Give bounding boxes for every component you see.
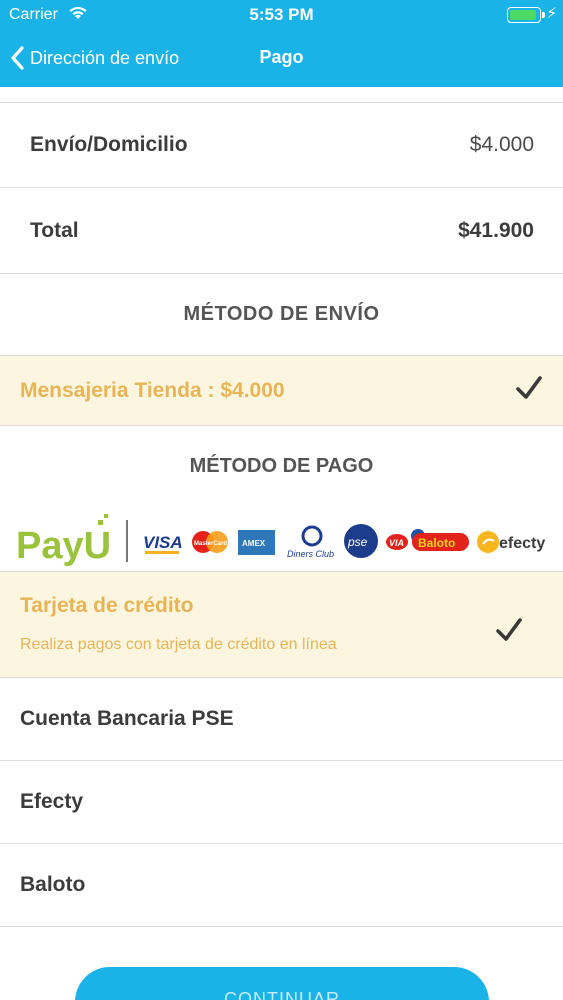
back-button[interactable]: Dirección de envío <box>10 40 179 76</box>
header: Carrier 5:53 PM ⚡ Dirección de envío Pag… <box>0 0 563 87</box>
svg-text:pse: pse <box>347 535 368 549</box>
diners-logo: Diners Club <box>287 525 334 559</box>
status-time: 5:53 PM <box>249 5 314 24</box>
baloto-logo: Baloto <box>411 529 469 551</box>
efecty-option-label: Efecty <box>20 790 84 813</box>
pse-logo: pse <box>344 524 378 558</box>
svg-text:AMEX: AMEX <box>242 539 266 548</box>
total-row: Total $41.900 <box>0 188 563 274</box>
shipping-cost-label: Envío/Domicilio <box>30 133 188 156</box>
shipping-method-title: MÉTODO DE ENVÍO <box>0 274 563 356</box>
shipping-option-store[interactable]: Mensajeria Tienda : $4.000 <box>0 356 563 426</box>
shipping-cost-row: Envío/Domicilio $4.000 <box>0 103 563 188</box>
checkmark-icon <box>496 594 543 641</box>
battery-tip <box>542 12 545 18</box>
svg-text:VISA: VISA <box>143 533 183 552</box>
checkmark-icon <box>515 374 543 408</box>
top-divider <box>0 87 563 103</box>
amex-logo: AMEX <box>238 530 275 555</box>
payment-option-pse[interactable]: Cuenta Bancaria PSE <box>0 678 563 761</box>
chevron-left-icon <box>10 46 24 70</box>
via-logo: VIA <box>386 534 408 550</box>
payment-option-credit-card[interactable]: Tarjeta de crédito Realiza pagos con tar… <box>0 571 563 678</box>
svg-text:PayU: PayU <box>16 525 111 567</box>
efecty-logo: efecty <box>477 531 545 553</box>
svg-text:Diners Club: Diners Club <box>287 549 334 559</box>
pse-option-label: Cuenta Bancaria PSE <box>20 707 234 730</box>
credit-card-label: Tarjeta de crédito <box>20 594 194 617</box>
svg-text:efecty: efecty <box>499 535 545 552</box>
status-bar: Carrier 5:53 PM ⚡ <box>0 0 563 30</box>
payment-method-block: MÉTODO DE PAGO PayU VISA MasterCard AMEX <box>0 426 563 571</box>
total-value: $41.900 <box>458 218 534 242</box>
payment-logos: PayU VISA MasterCard AMEX Diners Club ps… <box>0 506 563 571</box>
payment-method-title: MÉTODO DE PAGO <box>189 454 374 477</box>
baloto-option-label: Baloto <box>20 873 86 896</box>
shipping-cost-value: $4.000 <box>469 133 534 156</box>
shipping-option-label: Mensajeria Tienda : $4.000 <box>20 378 285 402</box>
credit-card-description: Realiza pagos con tarjeta de crédito en … <box>20 636 337 653</box>
continue-button[interactable]: CONTINUAR <box>75 967 489 1000</box>
svg-text:VIA: VIA <box>389 538 404 548</box>
mastercard-logo: MasterCard <box>192 531 228 553</box>
payment-option-baloto[interactable]: Baloto <box>0 844 563 927</box>
battery-icon <box>507 7 541 23</box>
svg-text:Baloto: Baloto <box>418 536 455 550</box>
back-label: Dirección de envío <box>30 47 180 68</box>
payment-option-efecty[interactable]: Efecty <box>0 761 563 844</box>
svg-text:MasterCard: MasterCard <box>194 541 227 547</box>
payu-logo: PayU <box>16 514 111 567</box>
total-label: Total <box>30 218 79 242</box>
charging-icon: ⚡ <box>546 5 557 22</box>
visa-logo: VISA <box>143 533 183 554</box>
nav-bar: Dirección de envío Pago <box>0 40 563 76</box>
